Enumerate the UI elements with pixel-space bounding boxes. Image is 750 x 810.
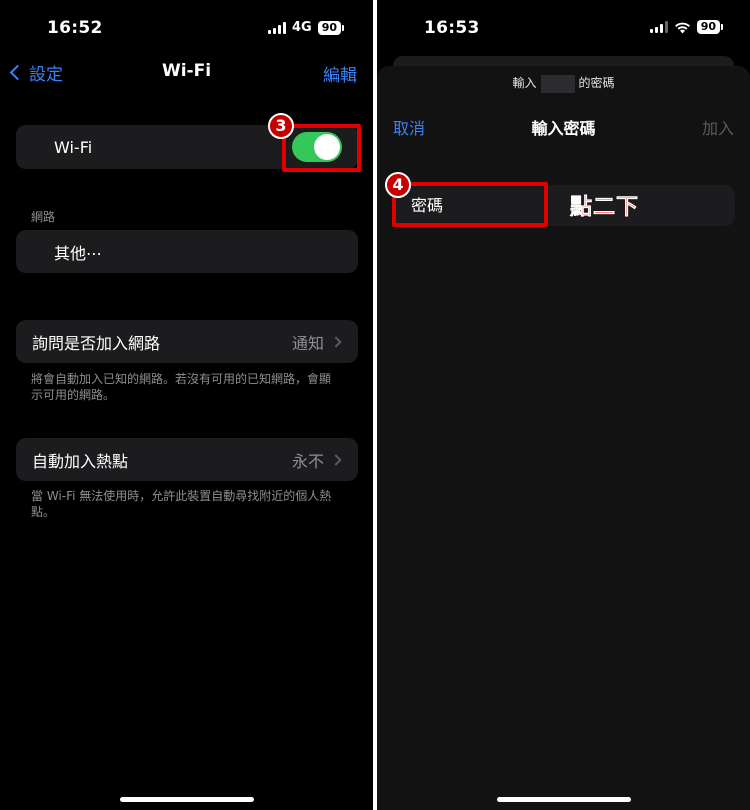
ask-to-join-label: 詢問是否加入網路 [32, 333, 161, 353]
other-network-label: 其他⋯ [54, 243, 103, 263]
enter-password-screen: 16:53 90 輸入的密碼 取消 輸入密碼 加入 4 點二下 [377, 0, 750, 810]
status-time: 16:52 [47, 18, 103, 38]
redacted-network-name [540, 74, 575, 93]
battery-icon: 90 [317, 20, 345, 35]
auto-join-hotspot-row[interactable]: 自動加入熱點 永不 [16, 438, 358, 481]
cellular-signal-icon [649, 21, 668, 33]
ask-to-join-row[interactable]: 詢問是否加入網路 通知 [16, 320, 358, 363]
step-badge-4: 4 [385, 172, 411, 198]
password-sheet [377, 66, 750, 810]
wifi-settings-screen: 16:52 4G 90 設定 Wi-Fi 編輯 Wi-Fi 3 網路 其他⋯ 詢… [0, 0, 373, 810]
step-badge-3: 3 [268, 113, 294, 139]
password-prompt: 輸入 的密碼 [377, 74, 750, 93]
sheet-title: 輸入密碼 [531, 119, 596, 138]
network-type: 4G [291, 20, 312, 35]
chevron-right-icon [330, 453, 342, 466]
other-network-row[interactable]: 其他⋯ [16, 230, 358, 273]
chevron-right-icon [330, 335, 342, 348]
prompt-prefix: 輸入 [512, 76, 537, 90]
status-bar-right: 90 [649, 20, 724, 34]
highlight-box-password [392, 182, 548, 227]
page-title: Wi-Fi [161, 61, 212, 81]
ask-to-join-footnote: 將會自動加入已知的網路。若沒有可用的已知網路，會顯示可用的網路。 [31, 372, 332, 402]
battery-icon: 90 [696, 20, 724, 34]
status-time: 16:53 [424, 18, 480, 38]
wifi-label: Wi-Fi [54, 137, 93, 157]
wifi-icon [674, 22, 690, 33]
networks-header: 網路 [31, 210, 56, 224]
cellular-signal-icon [267, 21, 286, 34]
home-indicator [120, 797, 254, 802]
status-bar-right: 4G 90 [267, 20, 345, 35]
double-tap-annotation: 點二下 [570, 195, 640, 221]
ask-to-join-value: 通知 [291, 333, 324, 353]
auto-join-hotspot-footnote: 當 Wi-Fi 無法使用時，允許此裝置自動尋找附近的個人熱點。 [31, 489, 332, 519]
auto-join-hotspot-label: 自動加入熱點 [32, 451, 129, 471]
edit-button[interactable]: 編輯 [323, 61, 357, 86]
auto-join-hotspot-value: 永不 [291, 451, 324, 471]
join-button[interactable]: 加入 [702, 115, 734, 139]
prompt-suffix: 的密碼 [578, 76, 615, 90]
highlight-box-wifi-toggle [282, 124, 361, 172]
home-indicator [497, 797, 631, 802]
